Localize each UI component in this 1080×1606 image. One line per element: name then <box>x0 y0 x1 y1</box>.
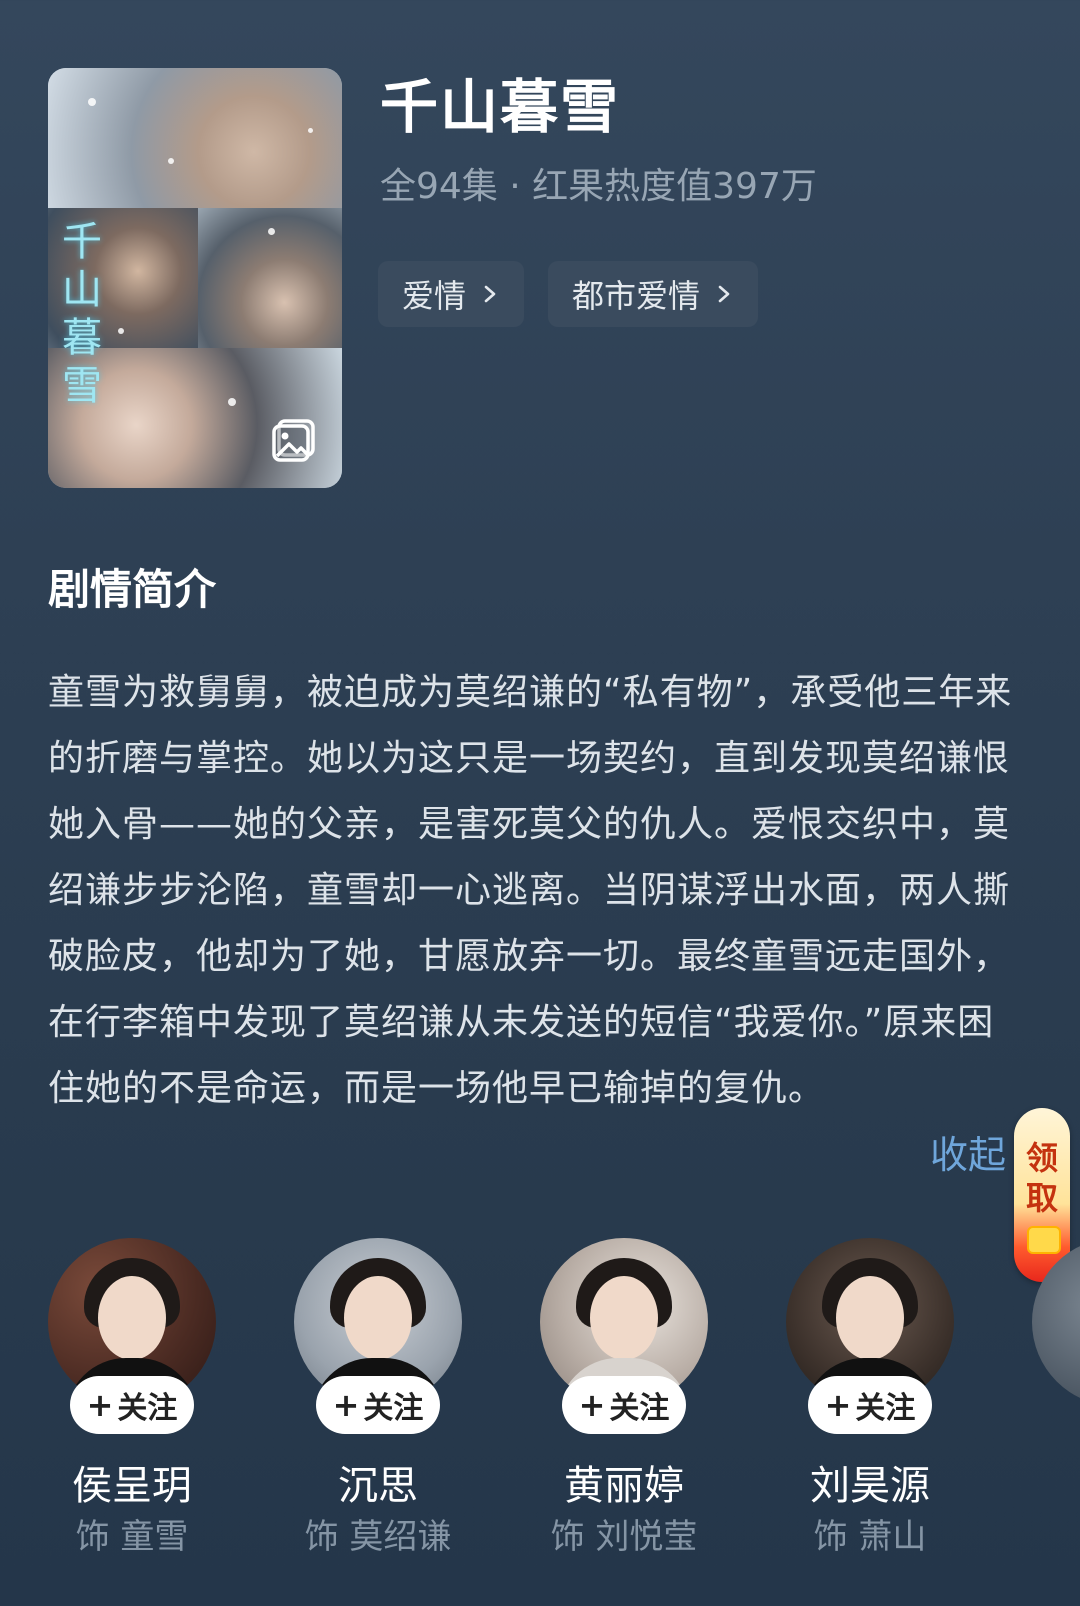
snow-flake <box>118 328 124 334</box>
synopsis-heading: 剧情简介 <box>48 565 217 614</box>
cast-name: 刘昊源 <box>810 1463 930 1509</box>
cast-name: 侯呈玥 <box>72 1463 192 1509</box>
cast-role: 饰 刘悦莹 <box>550 1517 698 1557</box>
collapse-button[interactable]: 收起 <box>930 1122 1006 1188</box>
avatar-face <box>98 1276 166 1360</box>
avatar-face <box>836 1276 904 1360</box>
plus-icon: + <box>86 1386 114 1424</box>
avatar <box>1032 1238 1080 1406</box>
snow-flake <box>88 98 96 106</box>
show-poster[interactable]: 千山暮雪 <box>48 68 342 488</box>
follow-button[interactable]: + 关注 <box>316 1376 440 1434</box>
cast-list: + 关注 侯呈玥 饰 童雪 + 关注 沉思 饰 莫绍谦 + 关注 黄丽婷 饰 刘… <box>48 1238 1080 1598</box>
poster-panel <box>48 68 342 208</box>
genre-tags: 爱情 都市爱情 <box>378 261 759 327</box>
snow-flake <box>228 398 236 406</box>
avatar-face <box>590 1276 658 1360</box>
follow-button[interactable]: + 关注 <box>70 1376 194 1434</box>
reward-label: 领取 <box>1025 1139 1058 1217</box>
snow-flake <box>268 228 275 235</box>
snow-flake <box>168 158 174 164</box>
gallery-icon[interactable] <box>270 414 320 464</box>
chevron-right-icon <box>718 285 730 303</box>
cast-role: 饰 莫绍谦 <box>304 1517 452 1557</box>
follow-button[interactable]: + 关注 <box>808 1376 932 1434</box>
follow-label: 关注 <box>363 1391 424 1426</box>
cast-avatar-partial[interactable] <box>1032 1238 1080 1406</box>
follow-label: 关注 <box>855 1391 916 1426</box>
follow-button[interactable]: + 关注 <box>562 1376 686 1434</box>
tag-urban-romance[interactable]: 都市爱情 <box>548 261 759 327</box>
cast-role: 饰 童雪 <box>75 1517 189 1557</box>
tag-romance[interactable]: 爱情 <box>378 261 525 327</box>
cast-name: 沉思 <box>338 1463 418 1509</box>
poster-title-art: 千山暮雪 <box>62 219 102 409</box>
plus-icon: + <box>578 1386 606 1424</box>
plus-icon: + <box>824 1386 852 1424</box>
follow-label: 关注 <box>117 1391 178 1426</box>
follow-label: 关注 <box>609 1391 670 1426</box>
chevron-right-icon <box>484 285 496 303</box>
snow-flake <box>308 128 313 133</box>
tag-label: 爱情 <box>402 277 467 315</box>
cast-name: 黄丽婷 <box>564 1463 684 1509</box>
show-title: 千山暮雪 <box>380 73 621 141</box>
synopsis-text: 童雪为救舅舅，被迫成为莫绍谦的“私有物”，承受他三年来的折磨与掌控。她以为这只是… <box>48 672 1013 1109</box>
tag-label: 都市爱情 <box>572 277 701 315</box>
show-meta: 全94集 · 红果热度值397万 <box>380 166 817 207</box>
cast-role: 饰 萧山 <box>813 1517 927 1557</box>
plus-icon: + <box>332 1386 360 1424</box>
avatar-face <box>344 1276 412 1360</box>
